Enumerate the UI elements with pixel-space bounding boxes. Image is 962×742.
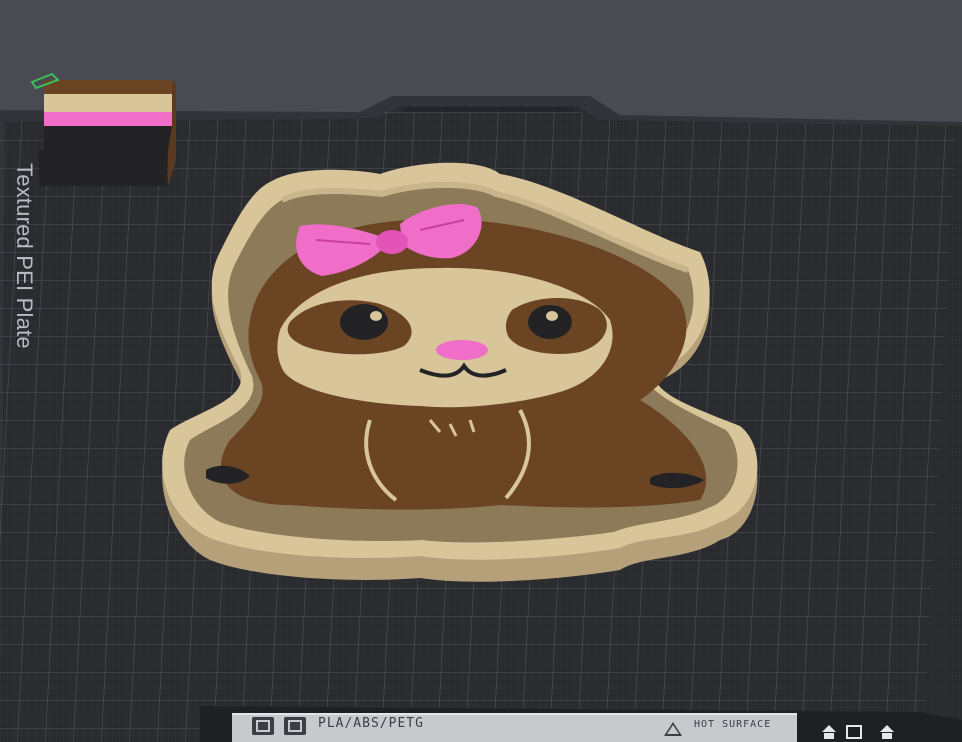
square-icon	[846, 725, 862, 739]
eject-icon	[880, 725, 894, 739]
prime-tower[interactable]	[30, 72, 176, 186]
warning-icon	[664, 722, 682, 736]
window-icon	[284, 717, 306, 735]
hot-surface-label: HOT SURFACE	[694, 719, 772, 730]
pause-icon	[252, 717, 274, 735]
bed-plate-label: Textured PEI Plate	[12, 163, 37, 349]
eject-icon	[822, 725, 836, 739]
material-label: PLA/ABS/PETG	[318, 716, 424, 731]
scene-canvas[interactable]	[0, 0, 962, 742]
3d-viewport[interactable]: Textured PEI Plate PLA/ABS/PETG HOT SURF…	[0, 0, 962, 742]
